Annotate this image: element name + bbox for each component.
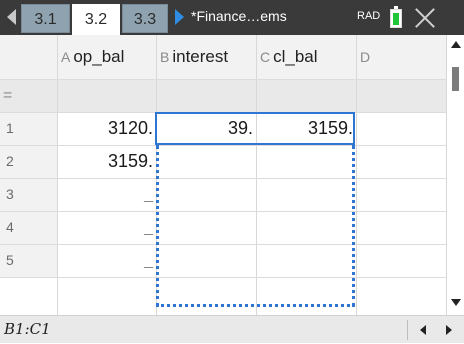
grid-line <box>57 35 58 315</box>
selected-range-outline <box>155 112 355 145</box>
row-number[interactable]: 2 <box>0 145 57 178</box>
row-number[interactable]: 4 <box>0 211 57 244</box>
spreadsheet-grid[interactable]: Aop_bal Binterest Ccl_bal D = 1 3120. 39… <box>0 35 446 315</box>
column-name: op_bal <box>73 47 125 66</box>
column-header-a[interactable]: Aop_bal <box>61 35 124 79</box>
grid-line <box>0 79 446 80</box>
tab-page-3-1[interactable]: 3.1 <box>21 4 70 33</box>
column-header-c[interactable]: Ccl_bal <box>260 35 318 79</box>
column-name: cl_bal <box>273 47 318 66</box>
column-letter: A <box>61 49 71 65</box>
angle-mode-indicator: RAD <box>357 10 381 22</box>
scroll-thumb[interactable] <box>452 67 459 91</box>
cell-reference: B1:C1 <box>4 320 51 338</box>
status-bar: B1:C1 <box>0 315 464 343</box>
tab-page-3-2[interactable]: 3.2 <box>72 4 120 35</box>
formula-row-label: = <box>3 87 13 104</box>
row-number[interactable]: 3 <box>0 178 57 211</box>
column-header-b[interactable]: Binterest <box>160 35 228 79</box>
battery-icon <box>390 6 402 28</box>
column-header-d[interactable]: D <box>360 35 373 79</box>
scroll-left-arrow-icon[interactable] <box>420 325 426 335</box>
scroll-up-arrow-icon[interactable] <box>451 41 461 48</box>
column-letter: D <box>360 49 371 65</box>
column-name: interest <box>172 47 229 66</box>
status-divider <box>407 320 408 340</box>
cell-a2[interactable]: 3159. <box>57 145 156 178</box>
row-number[interactable]: 5 <box>0 244 57 277</box>
previous-page-arrow-icon[interactable] <box>7 9 16 25</box>
column-header-row: Aop_bal Binterest Ccl_bal D <box>0 35 446 79</box>
column-letter: B <box>160 49 170 65</box>
cell-a3[interactable]: _ <box>57 178 156 211</box>
cell-a4[interactable]: _ <box>57 211 156 244</box>
cell-a1[interactable]: 3120. <box>57 112 156 145</box>
top-bar: 3.1 3.2 3.3 *Finance…ems RAD <box>0 0 464 35</box>
grid-line <box>356 35 357 315</box>
cell-a5[interactable]: _ <box>57 244 156 277</box>
formula-row[interactable]: = <box>0 79 446 112</box>
document-title: *Finance…ems <box>191 8 287 24</box>
scroll-down-arrow-icon[interactable] <box>451 299 461 306</box>
close-icon[interactable] <box>412 5 438 31</box>
battery-level <box>393 13 399 25</box>
fill-down-range-outline <box>156 145 355 307</box>
next-page-arrow-icon[interactable] <box>175 9 184 25</box>
scroll-right-arrow-icon[interactable] <box>446 325 452 335</box>
tab-page-3-3[interactable]: 3.3 <box>122 4 168 33</box>
row-number[interactable]: 1 <box>0 112 57 145</box>
column-letter: C <box>260 49 271 65</box>
vertical-scrollbar[interactable] <box>446 35 464 315</box>
